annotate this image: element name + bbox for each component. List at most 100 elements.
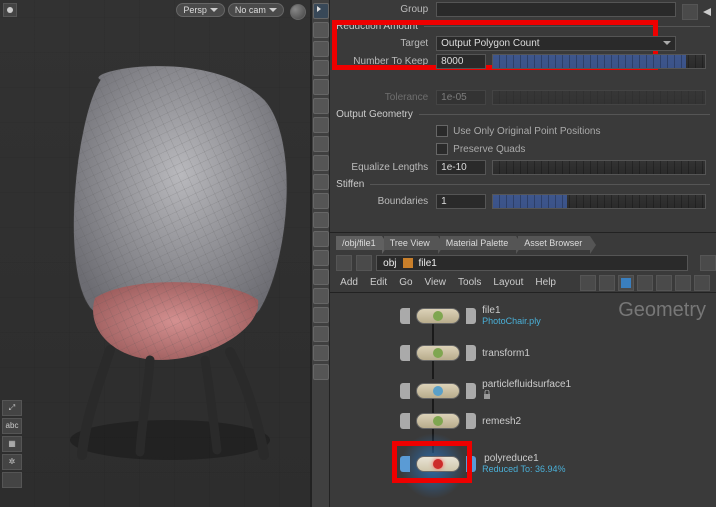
- node-file1[interactable]: file1 PhotoChair.ply: [400, 305, 541, 326]
- chevron-down-icon: [269, 8, 277, 12]
- brush-tool-icon[interactable]: [313, 41, 329, 57]
- nav-fwd-icon[interactable]: [356, 255, 372, 271]
- section-stiffen: Stiffen: [330, 176, 716, 192]
- group-field[interactable]: [436, 2, 676, 17]
- network-panel: /obj/file1 Tree View Material Palette As…: [330, 232, 716, 507]
- display-icon-2[interactable]: [599, 275, 615, 291]
- menu-help[interactable]: Help: [535, 277, 556, 288]
- lock-icon: [482, 390, 492, 400]
- display-flag-icon[interactable]: [466, 456, 476, 472]
- bypass-flag-icon[interactable]: [400, 456, 410, 472]
- display-flag-icon[interactable]: [466, 308, 476, 324]
- menu-view[interactable]: View: [425, 277, 447, 288]
- lasso-tool-icon[interactable]: [313, 22, 329, 38]
- preserve-quads-label: Preserve Quads: [453, 144, 525, 155]
- viewport-shading-icon[interactable]: [290, 4, 306, 20]
- display-icon-7[interactable]: [694, 275, 710, 291]
- menu-go[interactable]: Go: [399, 277, 412, 288]
- tool-10-icon[interactable]: [313, 174, 329, 190]
- persp-dropdown[interactable]: Persp: [176, 3, 225, 17]
- rotate-tool-icon[interactable]: [313, 79, 329, 95]
- viewport-config-icon[interactable]: [3, 3, 17, 17]
- target-label: Target: [340, 38, 436, 49]
- node-pfs1-label: particlefluidsurface1: [482, 379, 571, 390]
- equalize-lengths-label: Equalize Lengths: [340, 162, 436, 173]
- menu-edit[interactable]: Edit: [370, 277, 387, 288]
- tool-12-icon[interactable]: [313, 212, 329, 228]
- target-value: Output Polygon Count: [441, 38, 539, 49]
- viewport-3d[interactable]: Persp No cam: [0, 0, 311, 507]
- display-icon-1[interactable]: [580, 275, 596, 291]
- viewport-tool-axis-icon[interactable]: ⤢: [2, 400, 22, 416]
- viewport-tool-abc[interactable]: abc: [2, 418, 22, 434]
- viewport-tool-wire-icon[interactable]: ▦: [2, 436, 22, 452]
- tool-19-icon[interactable]: [313, 345, 329, 361]
- tool-20-icon[interactable]: [313, 364, 329, 380]
- tool-16-icon[interactable]: [313, 288, 329, 304]
- section-output-geometry: Output Geometry: [330, 106, 716, 122]
- tool-15-icon[interactable]: [313, 269, 329, 285]
- bypass-flag-icon[interactable]: [400, 413, 410, 429]
- path-seg-obj: obj: [383, 258, 396, 269]
- pose-tool-icon[interactable]: [313, 117, 329, 133]
- target-dropdown[interactable]: Output Polygon Count: [436, 36, 676, 51]
- param-menu-icon[interactable]: [682, 4, 698, 20]
- menu-layout[interactable]: Layout: [493, 277, 523, 288]
- viewport-tool-misc-icon[interactable]: [2, 472, 22, 488]
- display-icon-6[interactable]: [675, 275, 691, 291]
- display-flag-icon[interactable]: [466, 413, 476, 429]
- tool-13-icon[interactable]: [313, 231, 329, 247]
- boundaries-slider[interactable]: [492, 194, 706, 209]
- bypass-flag-icon[interactable]: [400, 345, 410, 361]
- menu-tools[interactable]: Tools: [458, 277, 481, 288]
- menu-add[interactable]: Add: [340, 277, 358, 288]
- boundaries-field[interactable]: 1: [436, 194, 486, 209]
- scale-tool-icon[interactable]: [313, 98, 329, 114]
- crumb-asset-browser[interactable]: Asset Browser: [518, 236, 590, 250]
- pfs-node-icon: [433, 386, 443, 396]
- node-particlefluidsurface1[interactable]: particlefluidsurface1: [400, 379, 571, 403]
- select-tool-icon[interactable]: [313, 3, 329, 19]
- viewport-tool-cog-icon[interactable]: ✲: [2, 454, 22, 470]
- equalize-lengths-slider[interactable]: [492, 160, 706, 175]
- node-remesh2[interactable]: remesh2: [400, 413, 521, 429]
- node-transform1[interactable]: transform1: [400, 345, 530, 361]
- crumb-path[interactable]: /obj/file1: [336, 236, 382, 250]
- number-to-keep-slider[interactable]: [492, 54, 706, 69]
- tool-18-icon[interactable]: [313, 326, 329, 342]
- nav-back-icon[interactable]: [336, 255, 352, 271]
- crumb-tree-view[interactable]: Tree View: [384, 236, 438, 250]
- move-tool-icon[interactable]: [313, 60, 329, 76]
- bypass-flag-icon[interactable]: [400, 383, 410, 399]
- display-icon-5[interactable]: [656, 275, 672, 291]
- preserve-quads-checkbox[interactable]: [436, 143, 448, 155]
- display-grid-icon[interactable]: [618, 275, 634, 291]
- use-original-points-checkbox[interactable]: [436, 125, 448, 137]
- tool-11-icon[interactable]: [313, 193, 329, 209]
- expand-arrow-icon[interactable]: [702, 7, 712, 17]
- number-to-keep-value: 8000: [441, 56, 463, 67]
- context-title: Geometry: [618, 299, 706, 322]
- node-polyreduce1[interactable]: polyreduce1 Reduced To: 36.94%: [400, 453, 565, 474]
- crumb-material-palette[interactable]: Material Palette: [440, 236, 517, 250]
- path-dropdown-icon[interactable]: [700, 255, 716, 271]
- camera-dropdown[interactable]: No cam: [228, 3, 284, 17]
- section-reduction-label: Reduction Amount: [336, 21, 418, 32]
- network-path-input[interactable]: obj file1: [376, 255, 688, 271]
- number-to-keep-field[interactable]: 8000: [436, 54, 486, 69]
- tool-8-icon[interactable]: [313, 136, 329, 152]
- tool-17-icon[interactable]: [313, 307, 329, 323]
- tool-9-icon[interactable]: [313, 155, 329, 171]
- shelf-toolbar: [311, 0, 330, 507]
- bypass-flag-icon[interactable]: [400, 308, 410, 324]
- equalize-lengths-field[interactable]: 1e-10: [436, 160, 486, 175]
- node-polyreduce1-sublabel: Reduced To: 36.94%: [482, 464, 565, 474]
- network-graph[interactable]: Geometry file1 PhotoChair.ply: [330, 293, 716, 507]
- chevron-down-icon: [210, 8, 218, 12]
- group-label: Group: [340, 4, 436, 15]
- display-flag-icon[interactable]: [466, 383, 476, 399]
- display-icon-4[interactable]: [637, 275, 653, 291]
- boundaries-value: 1: [441, 196, 447, 207]
- display-flag-icon[interactable]: [466, 345, 476, 361]
- tool-14-icon[interactable]: [313, 250, 329, 266]
